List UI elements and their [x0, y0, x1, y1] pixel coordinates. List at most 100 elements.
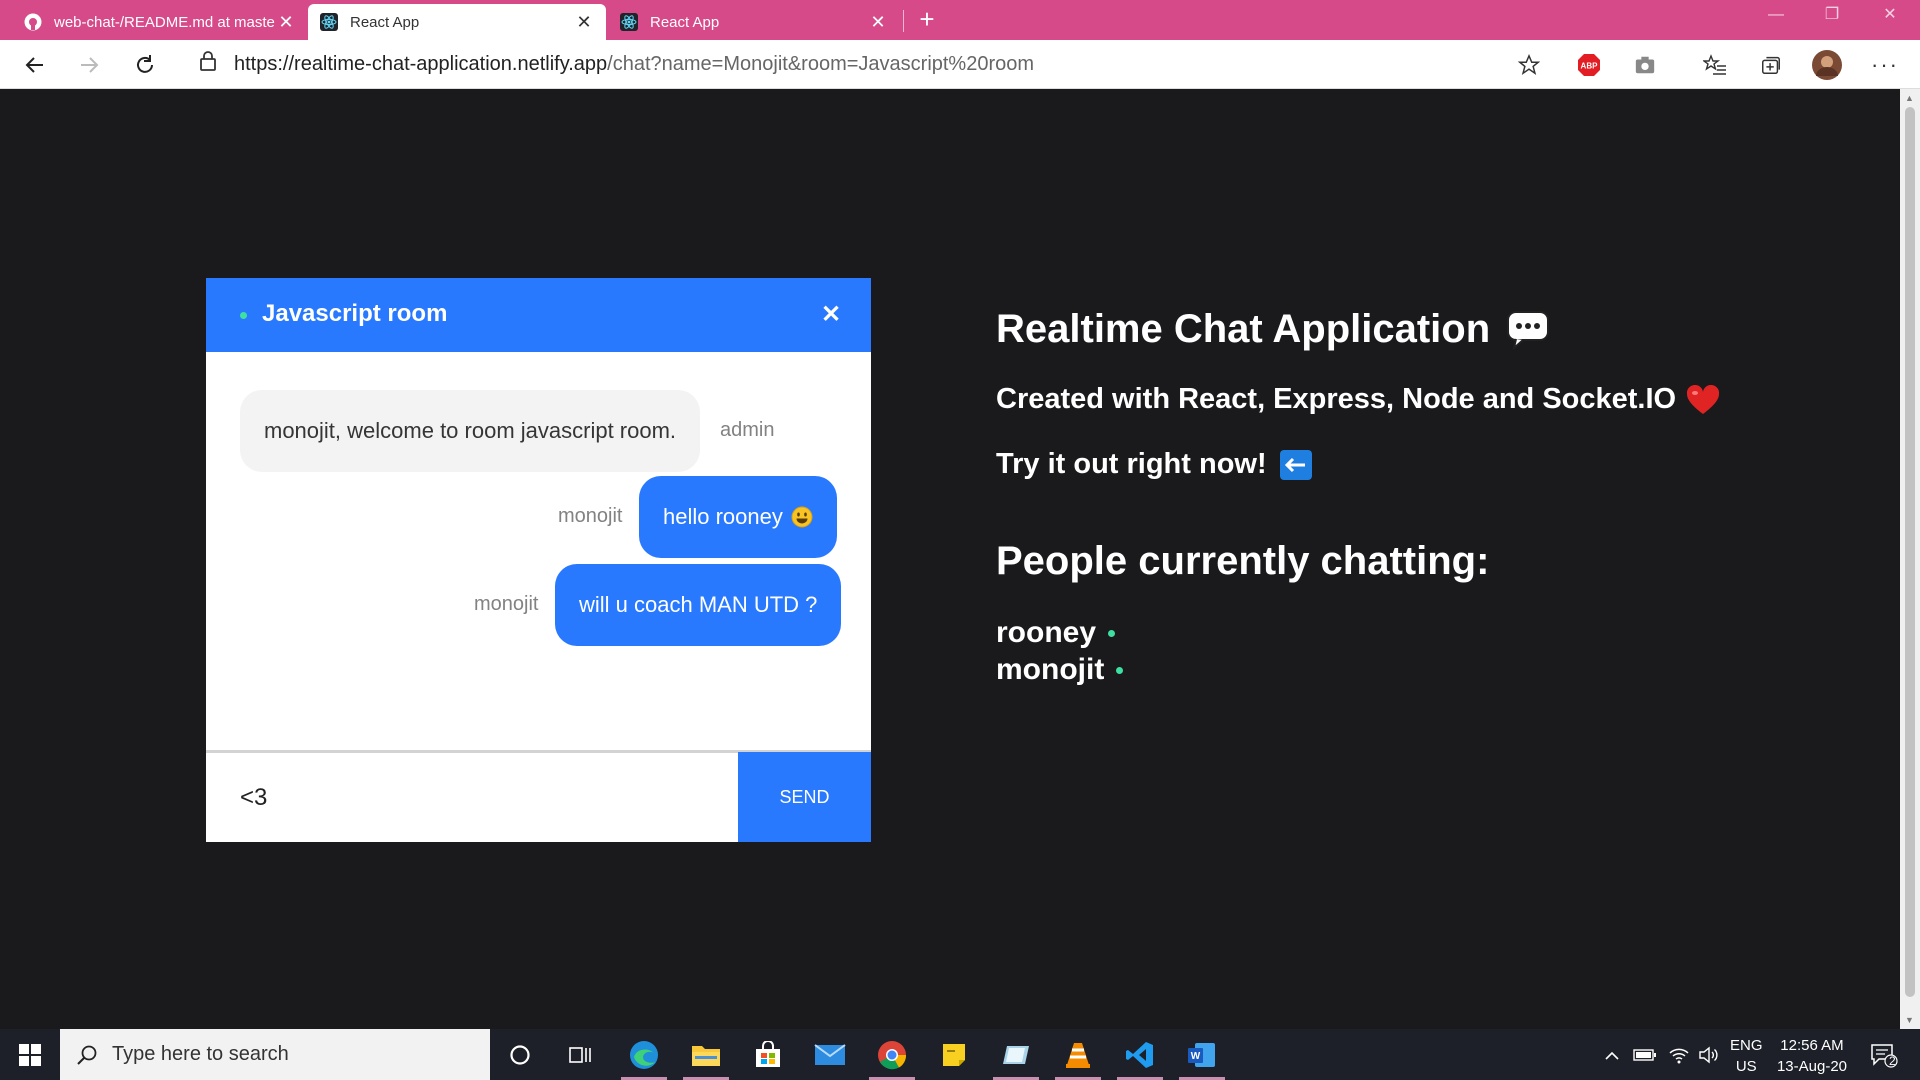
word-icon[interactable]: W — [1184, 1037, 1220, 1073]
tab-title: web-chat-/README.md at maste — [54, 13, 275, 31]
github-icon — [24, 13, 42, 31]
start-button[interactable] — [0, 1029, 60, 1080]
region-code: US — [1735, 1058, 1757, 1075]
adblock-icon[interactable]: ABP — [1574, 50, 1604, 80]
react-icon — [320, 13, 338, 31]
svg-text:W: W — [1191, 1051, 1201, 1062]
battery-icon[interactable] — [1630, 1037, 1660, 1073]
tab-divider — [903, 10, 904, 32]
online-indicator — [1108, 630, 1116, 637]
clock-date: 13-Aug-20 — [1776, 1058, 1848, 1075]
try-it-text: Try it out right now! — [996, 448, 1313, 481]
restore-button[interactable]: ❐ — [1804, 0, 1860, 32]
message-sender: monojit — [474, 593, 539, 615]
tab-react-app[interactable]: React App ✕ — [608, 4, 900, 40]
app-subtitle-text: Created with React, Express, Node and So… — [996, 383, 1677, 415]
windows-taskbar: Type here to search W ENG US 12:56 AM 13… — [0, 1029, 1920, 1080]
file-explorer-icon[interactable] — [688, 1037, 724, 1073]
forward-arrow-icon — [81, 57, 99, 73]
collections-icon[interactable] — [1756, 50, 1786, 80]
message-text: will u coach MAN UTD ? — [579, 592, 818, 617]
language-code: ENG — [1730, 1037, 1763, 1054]
more-options-icon[interactable]: ··· — [1870, 50, 1900, 80]
heart-icon — [1686, 384, 1720, 415]
paint-app-icon[interactable] — [998, 1037, 1034, 1073]
refresh-button[interactable] — [128, 48, 162, 82]
vscode-icon[interactable] — [1122, 1037, 1158, 1073]
search-placeholder: Type here to search — [112, 1043, 289, 1065]
back-button[interactable] — [18, 48, 52, 82]
camera-icon[interactable] — [1630, 50, 1660, 80]
message-text: monojit, welcome to room javascript room… — [264, 418, 677, 443]
left-arrow-icon — [1279, 449, 1313, 481]
people-heading: People currently chatting: — [996, 539, 1490, 583]
url-host: https://realtime-chat-application.netlif… — [234, 52, 608, 75]
list-item: monojit — [996, 651, 1124, 688]
close-chat-button[interactable]: ✕ — [816, 300, 846, 329]
back-arrow-icon — [25, 57, 43, 73]
favorites-list-icon[interactable] — [1700, 50, 1730, 80]
message-input[interactable] — [206, 753, 738, 842]
message-bubble: hello rooney — [639, 476, 837, 558]
notification-count: 2 — [1889, 1054, 1896, 1068]
forward-button[interactable] — [72, 48, 106, 82]
svg-text:ABP: ABP — [1581, 62, 1599, 71]
browser-toolbar: https://realtime-chat-application.netlif… — [0, 40, 1920, 89]
scroll-down-icon[interactable]: ▼ — [1905, 1015, 1914, 1025]
input-language[interactable]: ENG US — [1730, 1035, 1763, 1077]
message-sender: admin — [720, 419, 775, 441]
tab-close-icon[interactable]: ✕ — [574, 12, 594, 33]
volume-icon[interactable] — [1694, 1037, 1724, 1073]
tab-readme[interactable]: web-chat-/README.md at maste ✕ — [12, 4, 308, 40]
chat-header: Javascript room ✕ — [206, 278, 871, 352]
page-scrollbar[interactable]: ▲ ▼ — [1900, 89, 1920, 1029]
people-list: rooney monojit — [996, 614, 1124, 688]
browser-titlebar: web-chat-/README.md at maste ✕ React App… — [0, 0, 1920, 40]
person-name: monojit — [996, 652, 1105, 686]
minimize-button[interactable]: — — [1748, 0, 1804, 32]
page-content: Javascript room ✕ monojit, welcome to ro… — [0, 89, 1900, 1029]
favorite-star-icon[interactable] — [1514, 50, 1544, 80]
taskbar-search[interactable]: Type here to search — [60, 1029, 490, 1080]
online-indicator — [240, 312, 247, 319]
message-text: hello rooney — [663, 504, 783, 529]
wifi-icon[interactable] — [1664, 1037, 1694, 1073]
smiley-emoji-icon — [791, 506, 813, 528]
chrome-icon[interactable] — [874, 1037, 910, 1073]
person-name: rooney — [996, 615, 1097, 649]
show-hidden-icons-chevron-up-icon[interactable] — [1600, 1037, 1624, 1073]
cortana-icon[interactable] — [502, 1037, 538, 1073]
new-tab-button[interactable]: + — [912, 4, 942, 36]
vlc-icon[interactable] — [1060, 1037, 1096, 1073]
room-name: Javascript room — [262, 300, 448, 327]
list-item: rooney — [996, 614, 1123, 651]
online-indicator — [1116, 667, 1124, 674]
address-bar[interactable]: https://realtime-chat-application.netlif… — [180, 45, 1556, 83]
edge-browser-icon[interactable] — [626, 1037, 662, 1073]
clock[interactable]: 12:56 AM 13-Aug-20 — [1776, 1035, 1848, 1077]
react-icon — [620, 13, 638, 31]
close-window-button[interactable]: ✕ — [1862, 0, 1918, 32]
notification-center-icon[interactable]: 2 — [1864, 1037, 1904, 1073]
mail-icon[interactable] — [812, 1037, 848, 1073]
send-button[interactable]: SEND — [738, 752, 871, 842]
clock-time: 12:56 AM — [1780, 1037, 1844, 1054]
scroll-up-icon[interactable]: ▲ — [1905, 93, 1914, 103]
scrollbar-thumb[interactable] — [1905, 107, 1915, 997]
tab-react-app-active[interactable]: React App ✕ — [308, 4, 606, 40]
url-path: /chat?name=Monojit&room=Javascript%20roo… — [607, 52, 1035, 75]
lock-icon — [200, 51, 216, 77]
message-form: SEND — [206, 750, 871, 842]
avatar[interactable] — [1812, 50, 1842, 80]
windows-logo-icon — [19, 1043, 41, 1066]
task-view-icon[interactable] — [562, 1037, 598, 1073]
tab-close-icon[interactable]: ✕ — [868, 12, 888, 33]
tab-close-icon[interactable]: ✕ — [276, 12, 296, 33]
try-it-label: Try it out right now! — [996, 448, 1267, 480]
app-title: Realtime Chat Application — [996, 307, 1550, 352]
speech-bubble-icon — [1506, 310, 1550, 350]
store-icon[interactable] — [750, 1037, 786, 1073]
sticky-notes-icon[interactable] — [936, 1037, 972, 1073]
message-bubble: will u coach MAN UTD ? — [555, 564, 842, 646]
message-sender: monojit — [558, 505, 623, 527]
